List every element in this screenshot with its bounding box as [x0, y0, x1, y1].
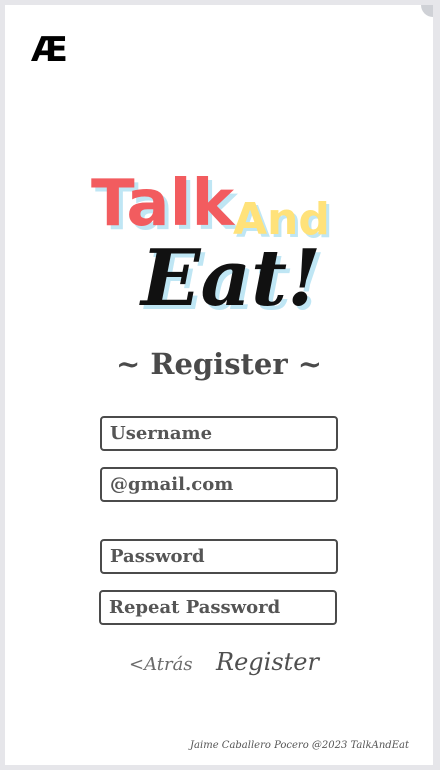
logo-eat: Eat!: [139, 233, 321, 324]
back-link[interactable]: <Atrás: [129, 654, 193, 675]
password-field[interactable]: [100, 539, 338, 574]
talkandeat-logo: Talk Talk And And Eat! Eat!: [91, 145, 335, 325]
logo-talk: Talk: [91, 167, 236, 241]
footer-credit: Jaime Caballero Pocero @2023 TalkAndEat: [190, 740, 409, 751]
username-field[interactable]: [100, 416, 338, 451]
register-button[interactable]: Register: [216, 648, 319, 676]
window-corner: [421, 5, 433, 17]
form-actions: <Atrás Register: [5, 646, 433, 686]
register-card: Æ Talk Talk And And Eat! Eat! ~ Register…: [5, 5, 433, 765]
email-field[interactable]: [100, 467, 338, 502]
repeat-password-field[interactable]: [99, 590, 337, 625]
page-title: ~ Register ~: [115, 347, 323, 381]
brand-logo[interactable]: Æ: [31, 30, 68, 70]
